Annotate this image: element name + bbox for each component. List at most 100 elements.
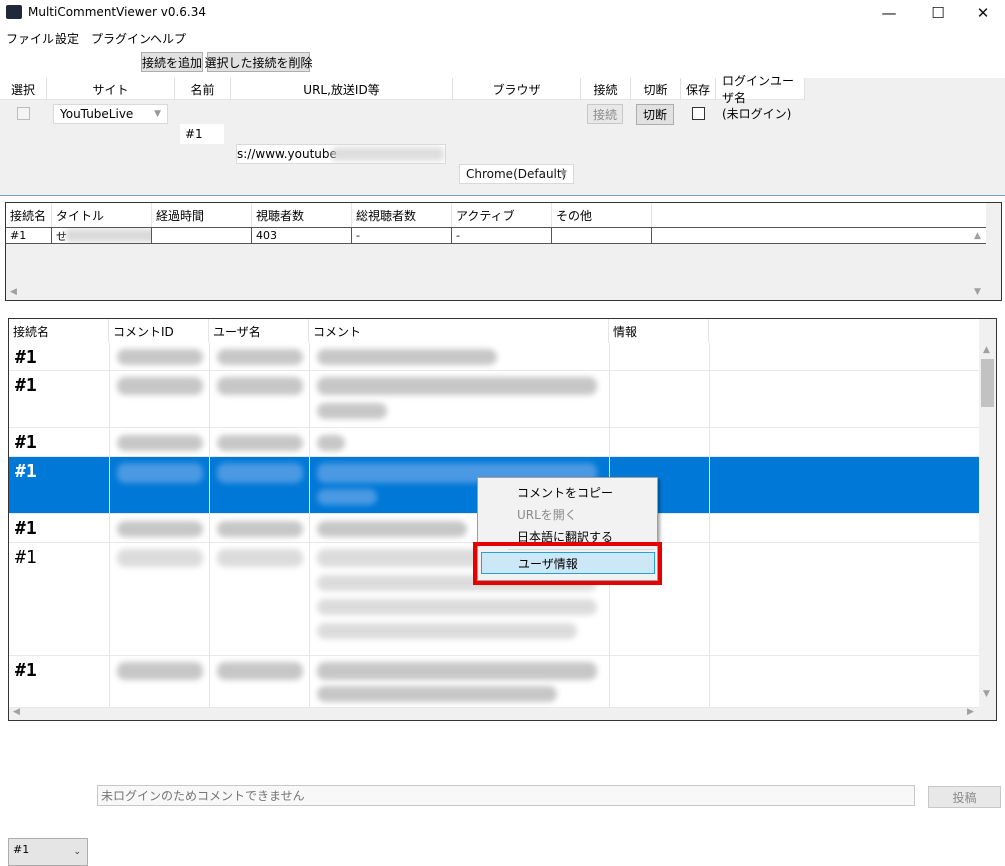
cell-conn: #1 [6,228,52,243]
add-connection-button[interactable]: 接続を追加 [141,52,203,72]
scroll-down-icon[interactable]: ▼ [983,689,990,699]
col-user-name: ユーザ名 [209,319,309,343]
redacted-block [317,435,345,451]
connection-selector[interactable]: #1 ⌄ [8,838,88,866]
browser-combo[interactable]: Chrome(Default) ▼ [459,164,574,184]
col-title: タイトル [52,203,152,227]
scroll-up-icon[interactable]: ▲ [983,345,990,355]
comment-row[interactable]: #1 [9,656,979,708]
comment-input[interactable] [97,785,915,806]
menu-settings[interactable]: 設定 [55,30,79,47]
name-field[interactable]: #1 [180,124,224,144]
url-field[interactable]: s://www.youtube [236,144,446,164]
menu-bar: ファイル 設定 プラグイン ヘルプ [0,28,1005,48]
col-site: サイト [47,78,175,100]
col-conn-name: 接続名 [6,203,52,227]
remove-connection-button[interactable]: 選択した接続を削除 [205,52,313,72]
redacted-block [117,463,203,483]
column-divider [709,343,710,708]
redacted-block [117,435,203,451]
col-info: 情報 [609,319,709,343]
redacted-block [317,686,557,702]
scroll-left-icon[interactable]: ◀ [10,287,17,297]
connect-button[interactable]: 接続 [587,104,623,124]
chevron-down-icon: ▼ [560,169,567,179]
stream-info-grid: 接続名 タイトル 経過時間 視聴者数 総視聴者数 アクティブ その他 #1 せ … [5,202,1002,301]
col-total-viewers: 総視聴者数 [352,203,452,227]
col-disconnect: 切断 [631,78,681,100]
disconnect-button[interactable]: 切断 [636,104,674,125]
scroll-left-icon[interactable]: ◀ [13,707,20,717]
redacted-block [317,521,467,537]
col-browser: ブラウザ [453,78,581,100]
redacted-block [217,435,303,451]
redacted-block [117,549,203,567]
cell-title: せ [52,228,152,243]
chevron-down-icon: ▼ [154,109,161,119]
redacted-block [117,662,203,680]
cell-elapsed [152,228,252,243]
menu-plugins[interactable]: プラグイン [91,30,151,47]
redacted-block [317,623,577,639]
comment-conn: #1 [15,461,37,482]
col-connect: 接続 [581,78,631,100]
window-title: MultiCommentViewer v0.6.34 [28,5,207,19]
column-divider [109,343,110,708]
comment-row[interactable]: #1 [9,371,979,428]
comment-conn: #1 [15,375,37,396]
redacted-block [117,521,203,537]
post-button[interactable]: 投稿 [928,786,1001,808]
scroll-right-icon[interactable]: ▶ [967,707,974,717]
stream-header: 接続名 タイトル 経過時間 視聴者数 総視聴者数 アクティブ その他 [6,203,986,227]
redacted-block [66,229,151,242]
highlight-box [473,542,662,585]
redacted-block [217,662,303,680]
redacted-block [317,662,597,680]
col-save: 保存 [681,78,716,100]
select-checkbox[interactable] [17,107,30,120]
redacted-block [217,549,303,567]
scroll-down-icon[interactable]: ▼ [974,287,981,297]
col-conn-name: 接続名 [9,319,109,343]
redacted-block [317,599,597,615]
site-combo[interactable]: YouTubeLive ▼ [53,104,168,124]
redacted-block [217,377,303,395]
column-divider [209,343,210,708]
comments-header: 接続名 コメントID ユーザ名 コメント 情報 [9,319,979,343]
comment-row[interactable]: #1 [9,428,979,457]
cell-total: - [352,228,452,243]
redacted-block [332,147,444,161]
redacted-block [117,377,203,395]
maximize-button[interactable]: ☐ [915,0,961,26]
scroll-up-icon[interactable]: ▲ [974,231,981,241]
redacted-block [217,521,303,537]
login-user-label: (未ログイン) [722,107,792,121]
col-select: 選択 [0,78,47,100]
close-button[interactable]: ✕ [960,0,1005,26]
cell-viewers: 403 [252,228,352,243]
col-viewers: 視聴者数 [252,203,352,227]
menu-help[interactable]: ヘルプ [150,30,186,47]
cell-other [552,228,652,243]
vertical-scrollbar[interactable] [979,343,996,708]
chevron-down-icon: ⌄ [73,847,81,857]
selector-value: #1 [13,843,30,856]
col-active: アクティブ [452,203,552,227]
site-value: YouTubeLive [60,107,134,121]
comment-row[interactable]: #1 [9,343,979,371]
redacted-block [117,349,203,365]
app-icon [6,5,22,19]
menu-item-open-url[interactable]: URLを開く [481,503,655,525]
redacted-block [317,377,597,395]
table-row[interactable]: #1 せ 403 - - [6,227,986,244]
col-comment: コメント [309,319,609,343]
comment-conn: #1 [15,432,37,453]
col-name: 名前 [175,78,231,100]
minimize-button[interactable]: — [866,0,912,26]
scrollbar-thumb[interactable] [981,359,994,407]
menu-item-copy-comment[interactable]: コメントをコピー [481,481,655,503]
menu-file[interactable]: ファイル [6,30,54,47]
cell-active: - [452,228,552,243]
col-other: その他 [552,203,652,227]
save-checkbox[interactable] [692,107,705,120]
